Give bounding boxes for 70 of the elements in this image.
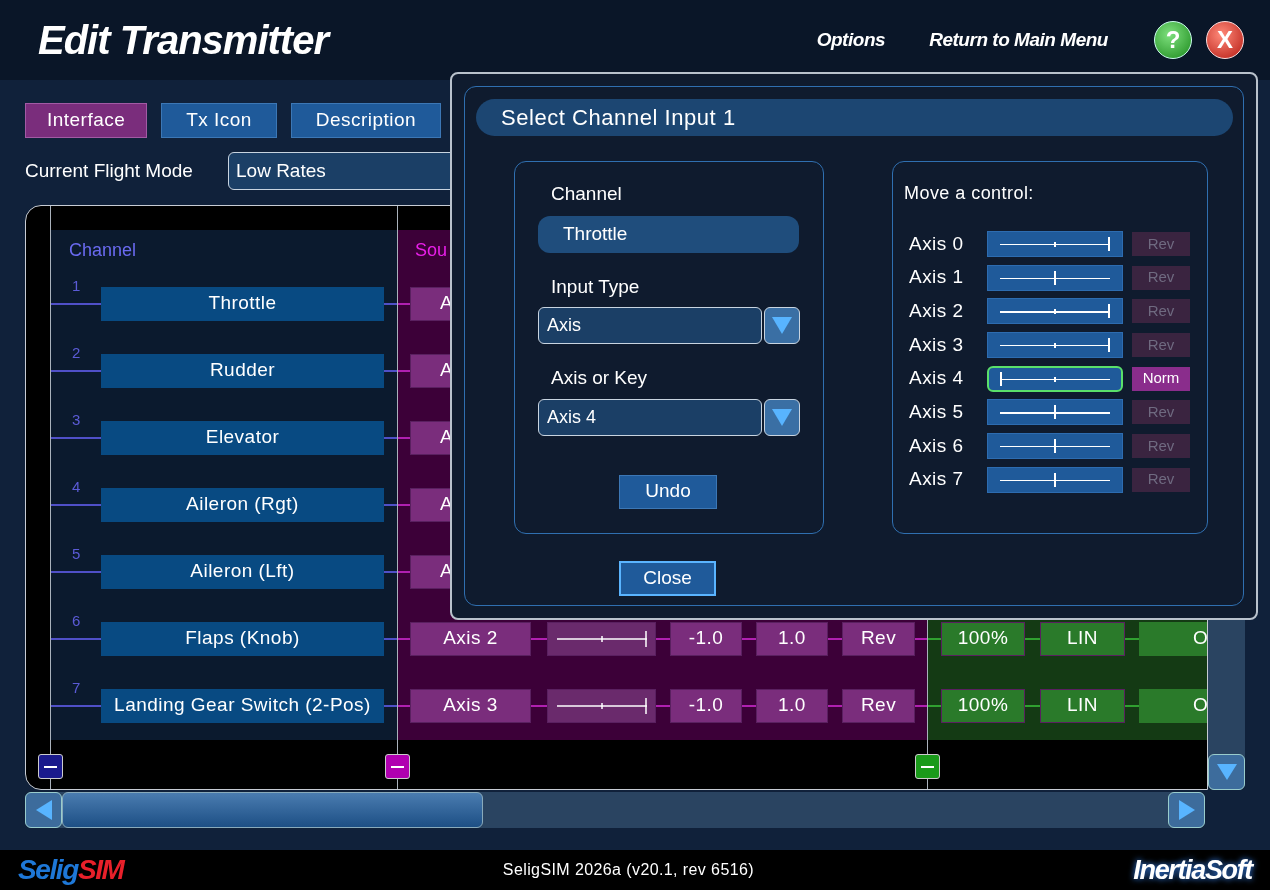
tab[interactable]: Tx Icon bbox=[161, 103, 277, 138]
down-arrow-icon bbox=[1216, 764, 1237, 780]
axis-label: Axis 0 bbox=[908, 231, 965, 256]
axis-label: Axis 7 bbox=[908, 467, 965, 492]
table-cell: 100% bbox=[941, 621, 1025, 656]
collapse-button[interactable] bbox=[385, 754, 410, 779]
table-cell: -1.0 bbox=[670, 688, 742, 723]
row-number: 6 bbox=[72, 610, 81, 631]
logo: InertiaSoft bbox=[1133, 853, 1252, 887]
table-cell: 1.0 bbox=[756, 688, 828, 723]
logo: SeligSIM bbox=[18, 853, 124, 887]
tab[interactable]: Interface bbox=[25, 103, 148, 138]
table-cell: O bbox=[1139, 621, 1207, 656]
row-number: 1 bbox=[72, 275, 81, 296]
column-header: Channel bbox=[69, 238, 137, 262]
scroll-right-button[interactable] bbox=[1168, 792, 1205, 828]
row-number: 4 bbox=[72, 476, 81, 497]
right-arrow-icon bbox=[1178, 800, 1195, 820]
channel-button[interactable]: Elevator bbox=[101, 420, 384, 455]
channel-button[interactable]: Aileron (Rgt) bbox=[101, 487, 384, 522]
menu-link[interactable]: Return to Main Menu bbox=[929, 25, 1108, 55]
range-line-icon bbox=[555, 697, 648, 714]
source-button[interactable]: Axis 2 bbox=[410, 621, 531, 656]
menu-link[interactable]: Options bbox=[816, 25, 886, 55]
table-cell: 1.0 bbox=[756, 621, 828, 656]
scroll-down-button[interactable] bbox=[1208, 754, 1245, 790]
field-label: Axis or Key bbox=[551, 366, 649, 390]
axis-label: Axis 4 bbox=[908, 366, 965, 391]
dropdown-arrow-icon bbox=[772, 408, 792, 426]
dropdown-arrow-icon bbox=[772, 317, 792, 334]
channel-field: Throttle bbox=[538, 215, 799, 253]
channel-button[interactable]: Aileron (Lft) bbox=[101, 554, 384, 589]
row-number: 2 bbox=[72, 342, 81, 363]
field-label: Current Flight Mode bbox=[25, 158, 194, 183]
reverse-button[interactable]: Rev bbox=[842, 688, 915, 723]
axis-label: Axis 6 bbox=[908, 433, 965, 458]
axis-label: Axis 2 bbox=[908, 298, 965, 323]
undo-button[interactable]: Undo bbox=[619, 474, 717, 509]
panel-label: Move a control: bbox=[903, 182, 1035, 205]
source-button[interactable]: Axis 3 bbox=[410, 688, 531, 723]
channel-button[interactable]: Rudder bbox=[101, 353, 384, 388]
tab[interactable]: Description bbox=[290, 103, 442, 138]
scroll-left-button[interactable] bbox=[25, 792, 62, 828]
scroll-thumb[interactable] bbox=[62, 792, 483, 828]
range-line-icon bbox=[555, 630, 648, 647]
column-header: Sou bbox=[415, 238, 448, 262]
channel-button[interactable]: Throttle bbox=[101, 286, 384, 321]
axis-label: Axis 3 bbox=[908, 332, 965, 357]
collapse-button[interactable] bbox=[38, 754, 63, 779]
version-text: SeligSIM 2026a (v20.1, rev 6516) bbox=[502, 860, 754, 880]
table-cell: LIN bbox=[1040, 688, 1125, 723]
field-label: Input Type bbox=[551, 274, 641, 299]
channel-button[interactable]: Landing Gear Switch (2-Pos) bbox=[101, 688, 384, 723]
axis-label: Axis 5 bbox=[908, 400, 965, 425]
table-cell: LIN bbox=[1040, 621, 1125, 656]
row-number: 7 bbox=[72, 677, 81, 698]
axis-label: Axis 1 bbox=[908, 265, 965, 290]
close-button[interactable]: Close bbox=[619, 561, 716, 596]
reverse-button[interactable]: Rev bbox=[842, 621, 915, 656]
row-number: 5 bbox=[72, 543, 81, 564]
field-label: Channel bbox=[551, 182, 623, 206]
table-cell: 100% bbox=[941, 688, 1025, 723]
row-number: 3 bbox=[72, 409, 81, 430]
left-arrow-icon bbox=[35, 800, 52, 820]
horizontal-scrollbar[interactable] bbox=[25, 792, 1205, 828]
reverse-button[interactable]: Norm bbox=[1132, 366, 1190, 391]
table-cell: O bbox=[1139, 688, 1207, 723]
dialog-title: Select Channel Input 1 bbox=[476, 99, 1233, 136]
channel-button[interactable]: Flaps (Knob) bbox=[101, 621, 384, 656]
table-cell: -1.0 bbox=[670, 621, 742, 656]
